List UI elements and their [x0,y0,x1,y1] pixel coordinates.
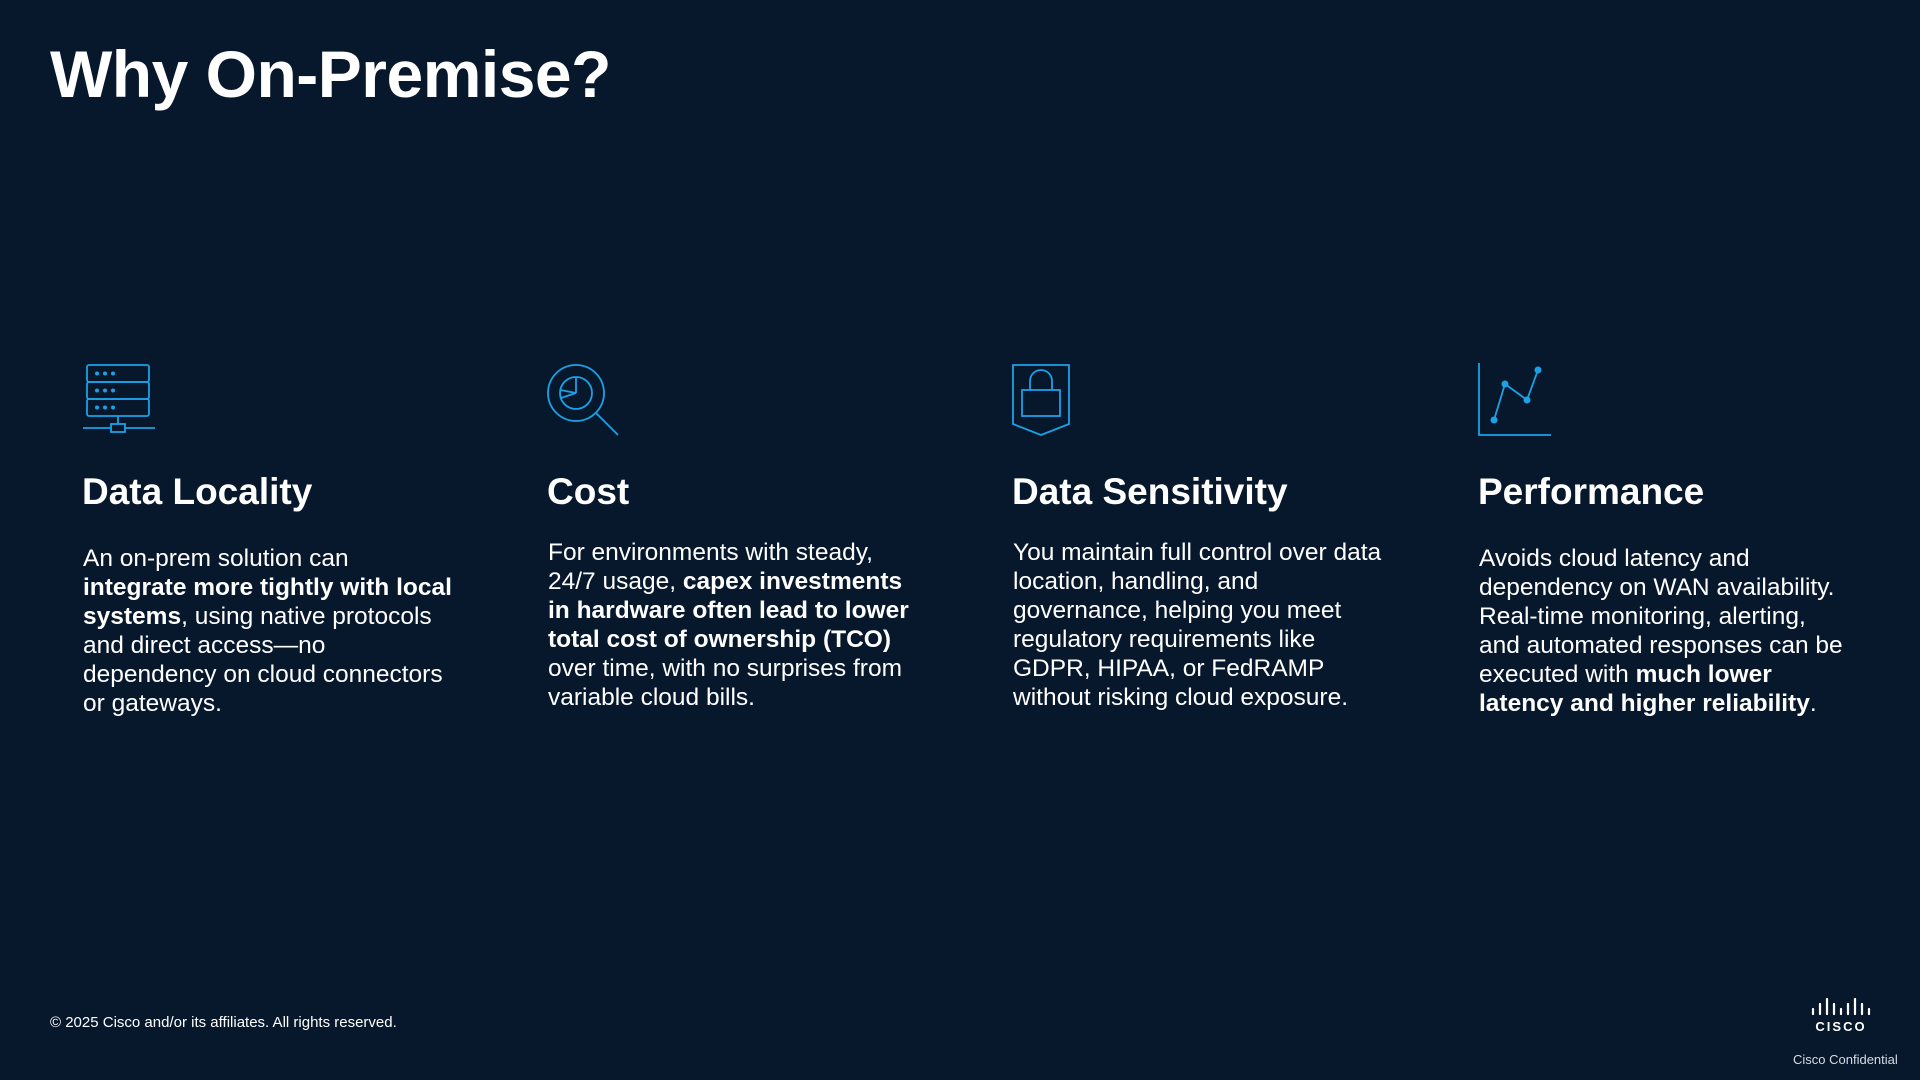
server-rack-icon [82,362,162,442]
logo-wordmark: CISCO [1815,1019,1867,1034]
column-body: You maintain full control over data loca… [1013,538,1383,712]
column-performance: Performance Avoids cloud latency and dep… [1478,362,1858,717]
magnifier-pie-chart-icon [547,362,627,442]
slide: Why On-Premise? Data Locality An on-prem… [0,0,1920,1080]
body-text: You maintain full control over data loca… [1013,539,1382,711]
body-text: An on-prem solution can [83,545,349,572]
column-data-locality: Data Locality An on-prem solution can in… [82,362,462,717]
column-data-sensitivity: Data Sensitivity You maintain full contr… [1012,362,1392,711]
cisco-logo: CISCO [1810,998,1872,1034]
column-body: For environments with steady, 24/7 usage… [548,538,918,712]
column-body: An on-prem solution can integrate more t… [83,544,453,718]
copyright-notice: © 2025 Cisco and/or its affiliates. All … [50,1014,397,1031]
body-text: . [1809,690,1817,717]
column-cost: Cost For environments with steady, 24/7 … [547,362,927,711]
column-heading: Performance [1478,471,1705,512]
body-text: over time, with no surprises from variab… [548,655,902,711]
shield-lock-icon [1012,362,1092,442]
column-heading: Data Sensitivity [1012,471,1288,512]
line-chart-icon [1478,362,1558,442]
column-body: Avoids cloud latency and dependency on W… [1479,544,1849,718]
cisco-bridge-icon [1811,998,1871,1016]
column-heading: Data Locality [82,471,313,512]
slide-title: Why On-Premise? [50,37,611,111]
confidential-label: Cisco Confidential [1793,1052,1898,1067]
column-heading: Cost [547,471,630,512]
